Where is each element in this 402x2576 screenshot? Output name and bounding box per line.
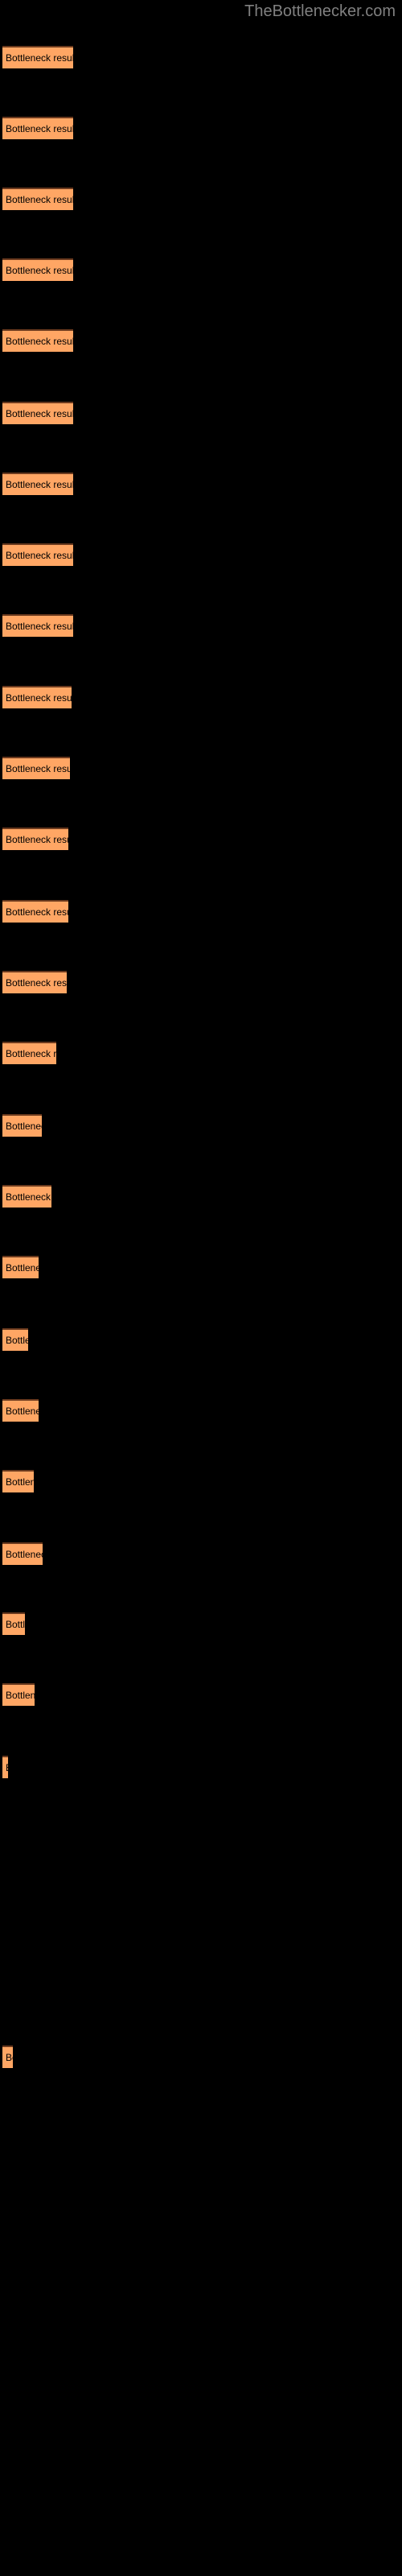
bar-label: Bottleneck result: [6, 1048, 56, 1059]
bar-label: Bottleneck result: [6, 692, 72, 704]
bar-item: Bottleneck result: [2, 1042, 56, 1064]
bar-item: Bottleneck result: [2, 1470, 34, 1492]
bar-label: Bottleneck result: [6, 1476, 34, 1488]
bar-label: Bottleneck result: [6, 1121, 42, 1132]
bar-item: Bottleneck result: [2, 117, 73, 139]
bar-label: Bottleneck result: [6, 621, 73, 632]
bar-item: Bottleneck result: [2, 757, 70, 779]
bar-item: Bottleneck result: [2, 900, 68, 923]
bar-label: Bottleneck result: [6, 1690, 35, 1701]
bar-item: Bottleneck result: [2, 1185, 51, 1208]
bottleneck-bar-chart: Bottleneck result Bottleneck result Bottle…: [0, 0, 402, 2576]
bar-item: Bottleneck result: [2, 473, 73, 495]
bar-label: Bottleneck result: [6, 763, 70, 774]
bar-label: Bottleneck result: [6, 1335, 28, 1346]
bar-item: Bottleneck result: [2, 686, 72, 708]
bar-item: Bottleneck result: [2, 543, 73, 566]
bar-item: Bottleneck result: [2, 1756, 8, 1778]
bar-label: Bottleneck result: [6, 906, 68, 918]
bar-label: Bottleneck result: [6, 2052, 13, 2063]
bar-item: Bottleneck result: [2, 828, 68, 850]
bar-label: Bottleneck result: [6, 834, 68, 845]
bar-item: Bottleneck result: [2, 1399, 39, 1422]
bar-label: Bottleneck result: [6, 1262, 39, 1274]
bar-label: Bottleneck result: [6, 479, 73, 490]
bar-label: Bottleneck result: [6, 1406, 39, 1417]
bar-label: Bottleneck result: [6, 977, 67, 989]
bar-item: Bottleneck result: [2, 1114, 42, 1137]
bar-label: Bottleneck result: [6, 336, 73, 347]
bar-label: Bottleneck result: [6, 1761, 8, 1775]
bar-item: Bottleneck result: [2, 188, 73, 210]
bar-item: Bottleneck result: [2, 46, 73, 68]
bar-item: Bottleneck result: [2, 1683, 35, 1706]
bar-item: Bottleneck result: [2, 329, 73, 352]
bar-label: Bottleneck result: [6, 1191, 51, 1203]
bar-label: Bottleneck result: [6, 1619, 25, 1630]
bar-label: Bottleneck result: [6, 550, 73, 561]
bar-item: Bottleneck result: [2, 1256, 39, 1278]
bar-label: Bottleneck result: [6, 1549, 43, 1560]
bar-label: Bottleneck result: [6, 408, 73, 419]
bar-item: Bottleneck result: [2, 258, 73, 281]
bar-item: Bottleneck result: [2, 614, 73, 637]
bar-label: Bottleneck result: [6, 265, 73, 276]
bar-item: Bottleneck result: [2, 402, 73, 424]
bar-item: Bottleneck result: [2, 1612, 25, 1635]
bar-item: Bottleneck result: [2, 1328, 28, 1351]
bar-label: Bottleneck result: [6, 194, 73, 205]
bar-item: Bottleneck result: [2, 971, 67, 993]
bar-label: Bottleneck result: [6, 52, 73, 64]
bar-item: Bottleneck result: [2, 1542, 43, 1565]
bar-label: Bottleneck result: [6, 123, 73, 134]
bar-item: Bottleneck result: [2, 2046, 13, 2068]
